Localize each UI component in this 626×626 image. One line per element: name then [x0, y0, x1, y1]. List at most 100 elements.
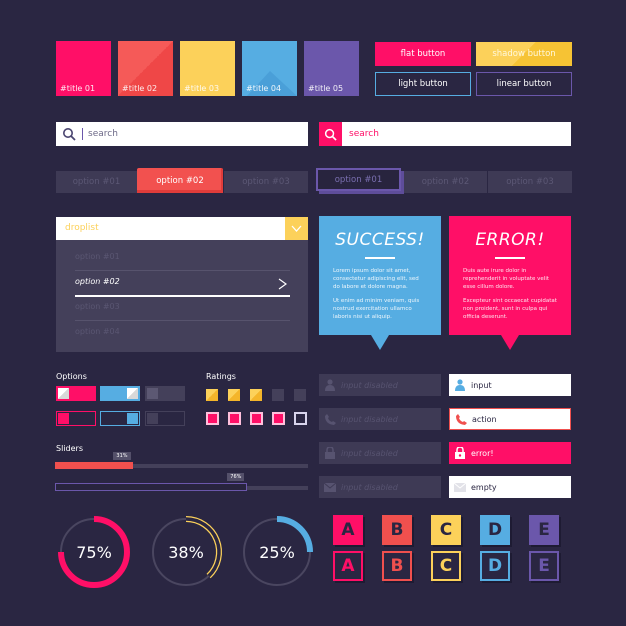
- search-input[interactable]: search: [88, 129, 118, 139]
- droplist-option-selected[interactable]: option #02: [75, 277, 290, 286]
- letter-badge-outline-d[interactable]: D: [480, 551, 510, 581]
- search-bar-right[interactable]: search: [319, 122, 571, 146]
- toggle-pink-off[interactable]: [56, 386, 96, 401]
- letter-badge-filled-a[interactable]: A: [333, 515, 363, 545]
- input-disabled-lock[interactable]: input disabled: [319, 442, 441, 464]
- input-value: error!: [471, 448, 494, 458]
- droplist-option[interactable]: option #04: [75, 327, 290, 336]
- chevron-down-icon[interactable]: [285, 217, 308, 240]
- speech-tail: [501, 335, 519, 350]
- rating-square-filled[interactable]: [228, 389, 240, 401]
- search-icon[interactable]: [319, 122, 342, 146]
- rating-square-empty[interactable]: [294, 389, 306, 401]
- tile-label: #title 02: [122, 84, 158, 93]
- toggle-blue-outline[interactable]: [100, 411, 140, 426]
- input-placeholder: input disabled: [341, 380, 398, 390]
- tab-option-01-active[interactable]: option #01: [316, 168, 401, 191]
- slider-fill-1[interactable]: [55, 462, 134, 469]
- input-disabled-phone[interactable]: input disabled: [319, 408, 441, 430]
- success-alert: SUCCESS! Lorem ipsum dolor sit amet, con…: [319, 216, 441, 350]
- tab-option-02[interactable]: option #02: [404, 171, 487, 193]
- progress-value: 25%: [259, 542, 295, 562]
- progress-ring-2: 38%: [148, 514, 224, 590]
- slider-fill-2[interactable]: [55, 483, 248, 491]
- search-icon[interactable]: [56, 127, 82, 141]
- droplist-menu: option #01 option #02 option #03 option …: [56, 240, 308, 352]
- rating-box-filled[interactable]: [206, 412, 219, 425]
- input-placeholder: input disabled: [341, 448, 398, 458]
- toggle-blue-on[interactable]: [100, 386, 140, 401]
- mail-icon: [319, 482, 341, 492]
- tab-option-02-active[interactable]: option #02: [137, 168, 223, 193]
- letter-badge-filled-c[interactable]: C: [431, 515, 461, 545]
- text-cursor: [82, 128, 83, 140]
- rating-square-empty[interactable]: [272, 389, 284, 401]
- slider-value-tooltip: 76%: [227, 473, 245, 481]
- letter-badge-outline-a[interactable]: A: [333, 551, 363, 581]
- user-icon: [319, 379, 341, 391]
- toggle-disabled-outline[interactable]: [145, 411, 185, 426]
- title-tile-04[interactable]: #title 04: [242, 41, 297, 96]
- selected-underline: [75, 295, 290, 297]
- letter-badge-outline-c[interactable]: C: [431, 551, 461, 581]
- search-input[interactable]: search: [349, 129, 379, 139]
- tab-option-03[interactable]: option #03: [488, 171, 572, 193]
- input-disabled-user[interactable]: input disabled: [319, 374, 441, 396]
- tab-option-01[interactable]: option #01: [56, 171, 137, 193]
- letter-badge-filled-b[interactable]: B: [382, 515, 412, 545]
- flat-button[interactable]: flat button: [375, 42, 471, 66]
- droplist-header[interactable]: droplist: [56, 217, 308, 240]
- progress-ring-1: 75%: [56, 514, 132, 590]
- input-value: input: [471, 380, 492, 390]
- phone-icon: [450, 413, 472, 425]
- input-value: empty: [471, 482, 497, 492]
- tab-option-03[interactable]: option #03: [224, 171, 308, 193]
- rating-square-filled[interactable]: [206, 389, 218, 401]
- divider: [495, 257, 525, 259]
- divider: [75, 320, 290, 321]
- droplist-option[interactable]: option #01: [75, 252, 290, 261]
- progress-ring-3: 25%: [239, 514, 315, 590]
- letter-badge-filled-d[interactable]: D: [480, 515, 510, 545]
- input-placeholder: input disabled: [341, 414, 398, 424]
- letter-badge-outline-b[interactable]: B: [382, 551, 412, 581]
- title-tile-02[interactable]: #title 02: [118, 41, 173, 96]
- progress-value: 75%: [76, 542, 112, 562]
- toggle-knob: [58, 388, 69, 399]
- alert-title: SUCCESS!: [335, 230, 425, 250]
- error-alert: ERROR! Duis aute irure dolor in reprehen…: [449, 216, 571, 350]
- rating-box-filled[interactable]: [250, 412, 263, 425]
- droplist-option[interactable]: option #03: [75, 302, 290, 311]
- tile-label: #title 04: [246, 84, 282, 93]
- ratings-label: Ratings: [206, 372, 236, 381]
- rating-square-filled[interactable]: [250, 389, 262, 401]
- user-icon: [449, 379, 471, 391]
- title-tile-05[interactable]: #title 05: [304, 41, 359, 96]
- toggle-disabled[interactable]: [145, 386, 185, 401]
- linear-button[interactable]: linear button: [476, 72, 572, 96]
- rating-box-empty[interactable]: [294, 412, 307, 425]
- slider-value-tooltip: 31%: [113, 452, 131, 460]
- light-button[interactable]: light button: [375, 72, 471, 96]
- input-field-action[interactable]: action: [449, 408, 571, 430]
- droplist-label: droplist: [65, 223, 99, 233]
- input-disabled-mail[interactable]: input disabled: [319, 476, 441, 498]
- sliders-label: Sliders: [56, 444, 83, 453]
- shadow-button[interactable]: shadow button: [476, 42, 572, 66]
- tile-label: #title 01: [60, 84, 96, 93]
- lock-icon: [449, 447, 471, 459]
- input-field-empty[interactable]: empty: [449, 476, 571, 498]
- search-bar-left[interactable]: search: [56, 122, 308, 146]
- letter-badge-filled-e[interactable]: E: [529, 515, 559, 545]
- title-tile-03[interactable]: #title 03: [180, 41, 235, 96]
- alert-title: ERROR!: [475, 230, 545, 250]
- toggle-pink-outline[interactable]: [56, 411, 96, 426]
- rating-box-filled[interactable]: [228, 412, 241, 425]
- input-field-error[interactable]: error!: [449, 442, 571, 464]
- alert-text: Excepteur sint occaecat cupidatat non pr…: [463, 297, 557, 320]
- rating-box-filled[interactable]: [272, 412, 285, 425]
- title-tile-01[interactable]: #title 01: [56, 41, 111, 96]
- input-field-user[interactable]: input: [449, 374, 571, 396]
- letter-badge-outline-e[interactable]: E: [529, 551, 559, 581]
- toggle-knob: [58, 413, 69, 424]
